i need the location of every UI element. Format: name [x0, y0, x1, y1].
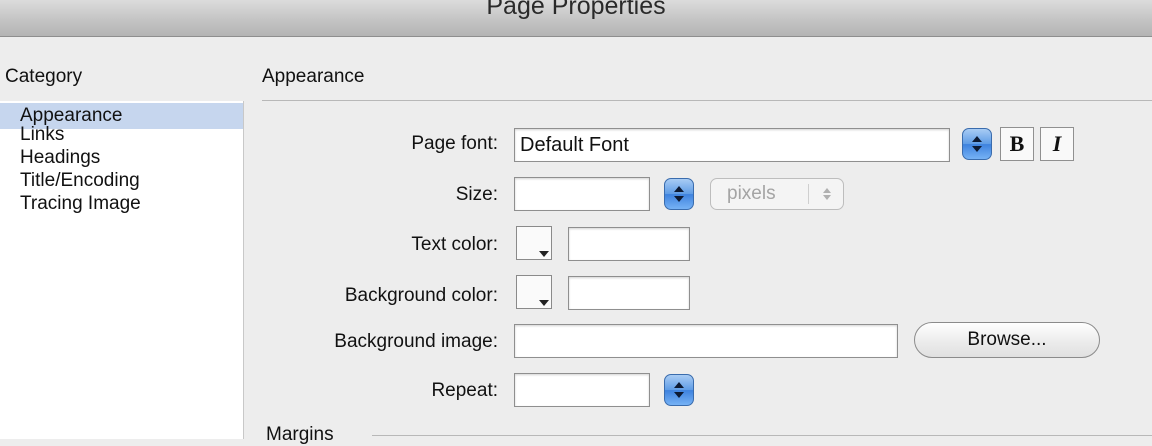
category-list: Appearance Links Headings Title/Encoding… — [0, 101, 244, 439]
select-separator — [808, 184, 809, 204]
swatch-dropdown-icon — [539, 300, 549, 306]
background-color-field[interactable] — [568, 276, 690, 310]
text-color-field[interactable] — [568, 227, 690, 261]
section-title: Appearance — [262, 66, 365, 87]
swatch-dropdown-icon — [539, 251, 549, 257]
category-header: Category — [5, 66, 83, 87]
repeat-label: Repeat: — [431, 380, 498, 401]
italic-button[interactable]: I — [1040, 127, 1074, 161]
page-font-stepper[interactable] — [962, 128, 992, 160]
page-font-label: Page font: — [411, 133, 498, 154]
size-units-value: pixels — [727, 183, 776, 204]
text-color-swatch[interactable] — [516, 226, 552, 260]
background-image-label: Background image: — [334, 331, 498, 352]
size-field[interactable] — [514, 177, 650, 211]
background-color-swatch[interactable] — [516, 275, 552, 309]
text-color-label: Text color: — [411, 234, 498, 255]
size-label: Size: — [455, 184, 498, 205]
up-down-arrows-icon — [674, 382, 684, 398]
background-image-field[interactable] — [514, 324, 898, 358]
repeat-stepper[interactable] — [664, 374, 694, 406]
window-title: Page Properties — [486, 0, 666, 20]
section-divider — [262, 100, 1152, 101]
background-color-label: Background color: — [344, 285, 498, 306]
margins-divider — [372, 435, 1152, 436]
page-font-field[interactable]: Default Font — [514, 128, 950, 162]
up-down-arrows-icon — [674, 186, 684, 202]
margins-label: Margins — [266, 424, 334, 445]
title-bar: Page Properties — [0, 0, 1152, 37]
category-item-tracing-image[interactable]: Tracing Image — [0, 191, 243, 217]
repeat-field[interactable] — [514, 373, 650, 407]
size-units-select[interactable]: pixels — [710, 178, 844, 210]
bold-button[interactable]: B — [1000, 127, 1034, 161]
up-down-arrows-icon — [972, 136, 982, 152]
up-down-arrows-icon — [823, 188, 831, 200]
size-stepper[interactable] — [664, 178, 694, 210]
browse-button[interactable]: Browse... — [914, 322, 1100, 358]
